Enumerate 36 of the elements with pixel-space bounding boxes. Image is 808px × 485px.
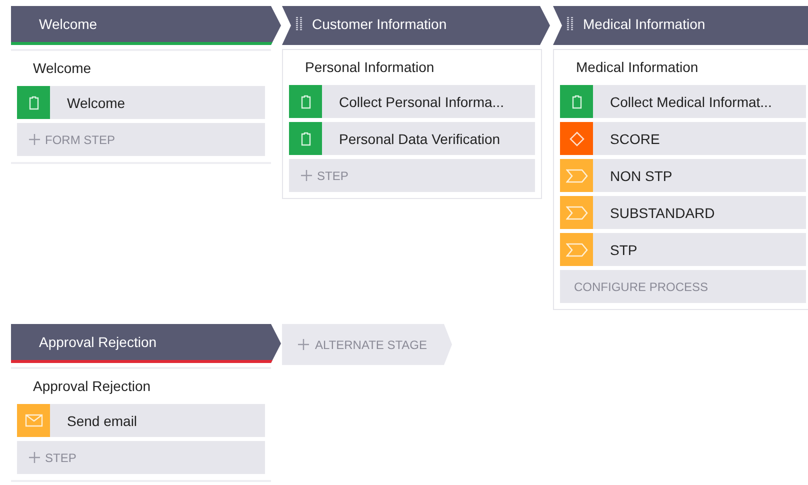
step-item[interactable]: Send email — [17, 404, 265, 437]
stage-header[interactable]: Approval Rejection — [11, 324, 281, 363]
drag-handle-icon[interactable] — [296, 17, 302, 31]
clipboard-icon — [28, 96, 38, 110]
step-item[interactable]: SUBSTANDARD — [560, 196, 806, 229]
stage-title: Customer Information — [312, 16, 447, 32]
stage-header[interactable]: Welcome — [11, 6, 281, 45]
process-title: Personal Information — [304, 58, 436, 77]
plus-icon — [298, 339, 309, 350]
stage-title: Approval Rejection — [39, 334, 157, 350]
plus-icon — [301, 170, 312, 181]
clipboard-icon — [300, 132, 310, 146]
chevron-tag-icon — [566, 168, 588, 182]
process-title: Medical Information — [575, 58, 700, 77]
clipboard-icon — [572, 94, 582, 108]
clipboard-icon — [300, 94, 310, 108]
stage-title: Welcome — [39, 16, 98, 32]
diamond-icon — [568, 130, 584, 146]
plus-icon — [29, 452, 40, 463]
envelope-icon — [24, 414, 42, 427]
step-item[interactable]: Personal Data Verification — [289, 122, 535, 155]
stage-title: Medical Information — [583, 16, 706, 32]
step-item[interactable]: Collect Medical Informat... — [560, 85, 806, 118]
step-item[interactable]: Welcome — [17, 86, 265, 119]
step-item[interactable]: Collect Personal Informa... — [289, 85, 535, 118]
process-title: Welcome — [32, 59, 92, 78]
stage-header[interactable]: Medical Information — [553, 6, 808, 45]
process-title: Approval Rejection — [32, 377, 152, 396]
step-item[interactable]: SCORE — [560, 122, 806, 155]
drag-handle-icon[interactable] — [567, 17, 573, 31]
stage-header[interactable]: Customer Information — [282, 6, 550, 45]
chevron-tag-icon — [566, 206, 588, 220]
chevron-tag-icon — [566, 242, 588, 256]
plus-icon — [29, 134, 40, 145]
step-item[interactable]: NON STP — [560, 159, 806, 192]
step-item[interactable]: STP — [560, 233, 806, 266]
